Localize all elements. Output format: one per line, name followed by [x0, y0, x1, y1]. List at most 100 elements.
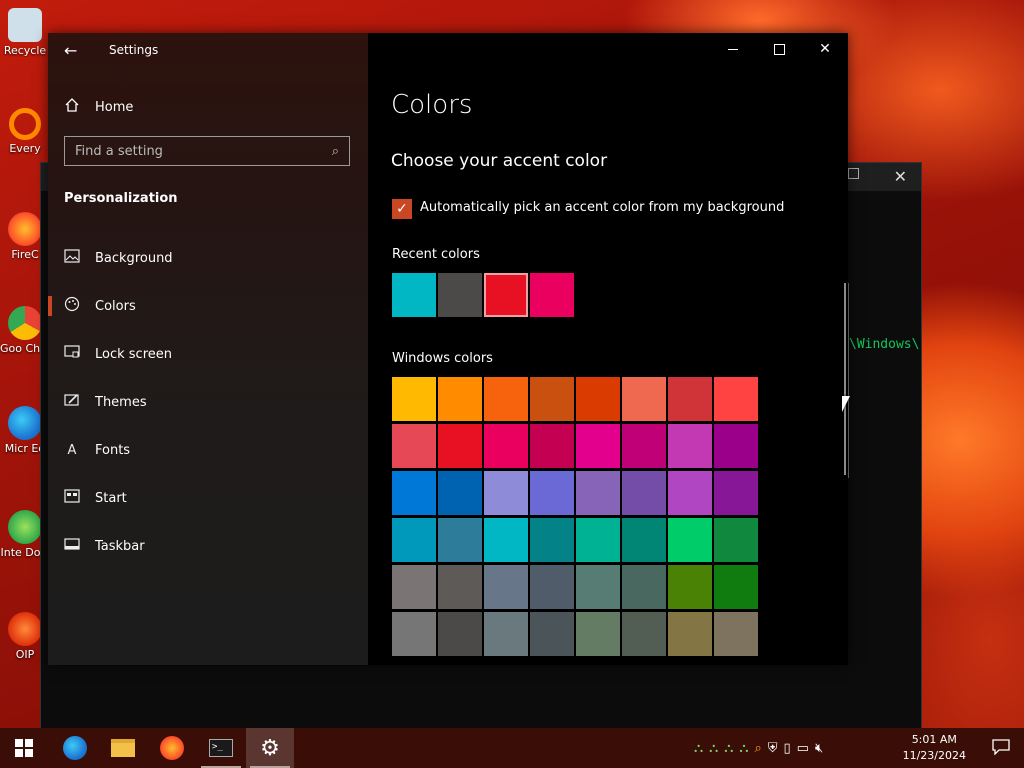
network-icon[interactable]: ▭	[797, 741, 809, 756]
network-app-icon[interactable]: ⛬	[694, 741, 703, 756]
nav-item-taskbar[interactable]: Taskbar	[48, 522, 368, 570]
recent-color-swatch[interactable]	[530, 273, 574, 317]
color-swatch[interactable]	[438, 518, 482, 562]
color-swatch[interactable]	[668, 424, 712, 468]
recent-color-swatch[interactable]	[438, 273, 482, 317]
clock[interactable]: 5:01 AM 11/23/2024	[903, 732, 966, 764]
color-swatch[interactable]	[484, 424, 528, 468]
taskbar-terminal[interactable]: >_	[197, 728, 245, 768]
nav-item-colors[interactable]: Colors	[48, 282, 368, 330]
color-swatch[interactable]	[392, 565, 436, 609]
taskbar-firefox[interactable]	[148, 728, 196, 768]
color-swatch[interactable]	[484, 518, 528, 562]
search-input[interactable]: Find a setting ⌕	[64, 136, 350, 166]
usb-icon[interactable]: ▯	[783, 741, 790, 756]
color-swatch[interactable]	[576, 612, 620, 656]
color-swatch[interactable]	[484, 471, 528, 515]
shield-icon[interactable]: ⛨	[768, 741, 778, 756]
content-scrollbar[interactable]	[844, 283, 846, 475]
color-swatch[interactable]	[576, 565, 620, 609]
auto-pick-checkbox[interactable]: ✓	[392, 199, 412, 219]
nav-item-lock-screen[interactable]: Lock screen	[48, 330, 368, 378]
color-swatch[interactable]	[392, 377, 436, 421]
color-swatch[interactable]	[714, 612, 758, 656]
color-swatch[interactable]	[668, 377, 712, 421]
color-swatch[interactable]	[714, 565, 758, 609]
color-swatch[interactable]	[622, 424, 666, 468]
recent-color-swatch[interactable]	[392, 273, 436, 317]
nav-item-fonts[interactable]: A Fonts	[48, 426, 368, 474]
network-app-icon[interactable]: ⛬	[724, 741, 733, 756]
edge-icon	[8, 406, 42, 440]
color-swatch[interactable]	[484, 377, 528, 421]
taskbar-settings[interactable]: ⚙	[246, 728, 294, 768]
windows-logo-icon	[15, 739, 33, 757]
search-icon[interactable]: ⌕	[332, 144, 339, 159]
color-swatch[interactable]	[530, 471, 574, 515]
desktop-icon-recycle-bin[interactable]: Recycle	[0, 8, 50, 57]
minimize-button[interactable]	[710, 33, 756, 65]
color-swatch[interactable]	[392, 612, 436, 656]
maximize-icon[interactable]	[848, 168, 859, 179]
checkmark-icon: ✓	[396, 201, 408, 217]
color-swatch[interactable]	[622, 612, 666, 656]
color-swatch[interactable]	[576, 471, 620, 515]
search-tool-icon[interactable]: ⌕	[754, 741, 761, 756]
maximize-icon	[773, 43, 785, 55]
color-swatch[interactable]	[438, 424, 482, 468]
nav-item-label: Colors	[95, 298, 136, 314]
color-swatch[interactable]	[668, 471, 712, 515]
nav-item-start[interactable]: Start	[48, 474, 368, 522]
taskbar-file-explorer[interactable]	[99, 728, 147, 768]
maximize-button[interactable]	[756, 33, 802, 65]
color-swatch[interactable]	[484, 612, 528, 656]
color-swatch[interactable]	[530, 377, 574, 421]
firefox-icon	[160, 736, 184, 760]
color-swatch[interactable]	[530, 424, 574, 468]
back-arrow-icon[interactable]: ←	[64, 41, 77, 60]
color-swatch[interactable]	[576, 518, 620, 562]
chrome-icon	[8, 306, 42, 340]
color-swatch[interactable]	[438, 612, 482, 656]
mouse-cursor	[842, 396, 850, 412]
color-swatch[interactable]	[622, 471, 666, 515]
color-swatch[interactable]	[714, 518, 758, 562]
color-swatch[interactable]	[622, 565, 666, 609]
color-swatch[interactable]	[668, 518, 712, 562]
color-swatch[interactable]	[714, 424, 758, 468]
color-swatch[interactable]	[530, 565, 574, 609]
notification-icon[interactable]	[992, 739, 1010, 759]
taskbar-edge[interactable]	[51, 728, 99, 768]
color-swatch[interactable]	[438, 471, 482, 515]
network-app-icon[interactable]: ⛬	[709, 741, 718, 756]
color-swatch[interactable]	[668, 612, 712, 656]
color-swatch[interactable]	[438, 565, 482, 609]
nav-item-background[interactable]: Background	[48, 234, 368, 282]
close-button[interactable]: ✕	[802, 33, 848, 65]
close-icon[interactable]: ✕	[894, 167, 907, 186]
color-swatch[interactable]	[714, 471, 758, 515]
color-swatch[interactable]	[392, 471, 436, 515]
color-swatch[interactable]	[668, 565, 712, 609]
color-swatch[interactable]	[622, 377, 666, 421]
nav-home[interactable]: Home	[64, 96, 354, 118]
color-swatch[interactable]	[576, 424, 620, 468]
auto-pick-label[interactable]: Automatically pick an accent color from …	[420, 200, 784, 215]
desktop-icon-everything[interactable]: Every	[0, 108, 50, 155]
recycle-bin-icon	[8, 8, 42, 42]
color-swatch[interactable]	[530, 612, 574, 656]
color-swatch[interactable]	[714, 377, 758, 421]
color-swatch[interactable]	[392, 424, 436, 468]
nav-item-themes[interactable]: Themes	[48, 378, 368, 426]
color-swatch[interactable]	[530, 518, 574, 562]
color-swatch[interactable]	[576, 377, 620, 421]
color-swatch[interactable]	[438, 377, 482, 421]
recent-color-swatch[interactable]	[484, 273, 528, 317]
network-app-icon[interactable]: ⛬	[739, 741, 748, 756]
color-swatch[interactable]	[392, 518, 436, 562]
color-swatch[interactable]	[484, 565, 528, 609]
start-button[interactable]	[0, 728, 48, 768]
volume-muted-icon[interactable]: 🔇︎	[815, 741, 823, 756]
firefox-icon	[8, 212, 42, 246]
color-swatch[interactable]	[622, 518, 666, 562]
